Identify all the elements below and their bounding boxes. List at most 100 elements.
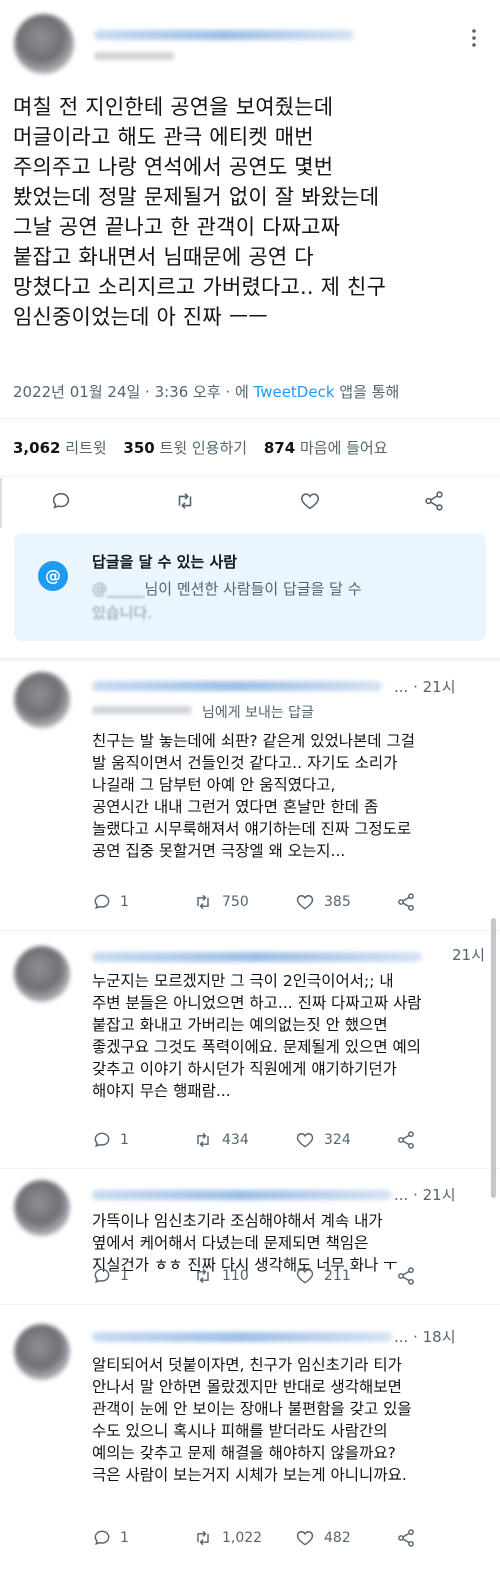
reply-line: 극은 사람이 보는거지 시체가 보는게 아니니까요. (92, 1466, 407, 1484)
reply-line: 갖추고 이야기 하시던가 직원에게 얘기하기던가 (92, 1060, 397, 1078)
reply-author-blurred[interactable] (92, 952, 422, 962)
like-button[interactable]: 482 (294, 1528, 351, 1548)
reply-avatar[interactable] (14, 946, 70, 1002)
divider (0, 930, 500, 931)
reply-line: 옆에서 케어해서 다녔는데 문제되면 책임은 (92, 1234, 369, 1252)
tweet-stats: 3,062 리트윗 350 트윗 인용하기 874 마음에 들어요 (13, 437, 400, 458)
at-icon: @ (38, 561, 68, 591)
retweet-button[interactable]: 750 (192, 892, 249, 912)
share-button[interactable] (396, 1266, 416, 1286)
share-button[interactable] (423, 490, 445, 512)
reply-line: 해야지 무슨 행패람... (92, 1082, 231, 1100)
like-count: 324 (324, 1132, 351, 1148)
reply-time[interactable]: 21시 (452, 944, 485, 965)
tweet-meta: 2022년 01월 24일 · 3:36 오후 · 에 TweetDeck 앱을… (13, 381, 399, 402)
reply-line: 나길래 그 담부턴 아예 안 움직였다고, (92, 776, 336, 794)
reply-time[interactable]: ... · 21시 (394, 676, 456, 697)
tweet-line: 봤었는데 정말 문제될거 없이 잘 봐왔는데 (13, 185, 380, 209)
reply-time-value[interactable]: 21시 (423, 678, 456, 696)
reply-time-value[interactable]: 21시 (452, 946, 485, 964)
retweet-count: 750 (222, 894, 249, 910)
share-button[interactable] (396, 1528, 416, 1548)
like-count: 385 (324, 894, 351, 910)
reply-button[interactable]: 1 (92, 1528, 129, 1548)
quote-label[interactable]: 트윗 인용하기 (160, 439, 248, 457)
reply-icon (94, 894, 110, 909)
reply-icon (94, 1268, 110, 1283)
share-button[interactable] (396, 892, 416, 912)
quote-count[interactable]: 350 (123, 439, 154, 457)
retweet-icon (197, 1132, 209, 1148)
reply-author-blurred[interactable] (92, 1190, 392, 1200)
reply-line: 안나서 말 안하면 몰랐겠지만 반대로 생각해보면 (92, 1378, 402, 1396)
retweet-icon (197, 894, 209, 910)
reply-count: 1 (120, 1268, 129, 1284)
retweet-icon (197, 1530, 209, 1546)
reply-avatar[interactable] (14, 672, 70, 728)
more-dots-icon[interactable] (470, 28, 478, 48)
retweet-button[interactable]: 1,022 (192, 1528, 262, 1548)
retweet-icon (178, 493, 192, 509)
reply-time-value[interactable]: 21시 (423, 1186, 456, 1204)
reply-avatar[interactable] (14, 1180, 70, 1236)
reply-line: 발 움직이면서 건들인것 같다고.. 자기도 소리가 (92, 754, 398, 772)
reply-to-handle-blurred[interactable] (92, 706, 192, 714)
retweet-count[interactable]: 3,062 (13, 439, 60, 457)
reply-line: 놀랬다고 시무룩해져서 얘기하는데 진짜 그정도로 (92, 820, 412, 838)
reply-button[interactable] (50, 490, 72, 512)
like-button[interactable] (298, 490, 322, 512)
reply-count: 1 (120, 894, 129, 910)
reply-author-blurred[interactable] (92, 1332, 392, 1342)
reply-actions: 1 110 211 (0, 1266, 500, 1296)
like-label[interactable]: 마음에 들어요 (300, 439, 388, 457)
reply-line: 누군지는 모르겠지만 그 극이 2인극이어서;; 내 (92, 972, 394, 990)
retweet-button[interactable]: 110 (192, 1266, 249, 1286)
reply-text: 친구는 발 놓는데에 쇠판? 같은게 있었나본데 그걸 발 움직이면서 건들인것… (92, 730, 488, 862)
heart-icon (296, 895, 314, 910)
reply-button[interactable]: 1 (92, 1130, 129, 1150)
reply-icon (94, 1132, 110, 1147)
reply-button[interactable]: 1 (92, 892, 129, 912)
reply-author-blurred[interactable] (92, 681, 382, 691)
reply-time-value[interactable]: 18시 (423, 1328, 456, 1346)
share-icon (425, 491, 443, 511)
retweet-label[interactable]: 리트윗 (65, 439, 106, 457)
retweet-count: 1,022 (222, 1530, 263, 1546)
tweet-line: 주의주고 나랑 연석에서 공연도 몇번 (13, 155, 334, 179)
reply-count: 1 (120, 1132, 129, 1148)
author-avatar[interactable] (14, 14, 74, 74)
reply-line: 가뜩이나 임신초기라 조심해야해서 계속 내가 (92, 1212, 383, 1230)
tweet-line: 망쳤다고 소리지르고 가버렸다고.. 제 친구 (13, 275, 387, 299)
reply-icon (52, 492, 70, 509)
tweet-line: 붙잡고 화내면서 님때문에 공연 다 (13, 245, 314, 269)
tweet-timestamp[interactable]: 2022년 01월 24일 · 3:36 오후 · 에 (13, 383, 254, 401)
reply-time[interactable]: ... · 18시 (394, 1326, 456, 1347)
source-link[interactable]: TweetDeck (254, 383, 335, 401)
like-count[interactable]: 874 (264, 439, 295, 457)
reply-text: 누군지는 모르겠지만 그 극이 2인극이어서;; 내 주변 분들은 아니었으면 … (92, 970, 488, 1102)
divider (0, 1168, 500, 1169)
reply-line: 붙잡고 화내고 가버리는 예의없는짓 안 했으면 (92, 1016, 388, 1034)
heart-icon (296, 1269, 314, 1284)
like-button[interactable]: 211 (294, 1266, 351, 1286)
reply-line: 주변 분들은 아니었으면 하고... 진짜 다짜고짜 사람 (92, 994, 422, 1012)
tweet-line: 머글이라고 해도 관극 에티켓 매번 (13, 125, 314, 149)
retweet-icon (197, 1268, 209, 1284)
reply-line: 좋겠구요 그것도 폭력이에요. 문제될게 있으면 예의 (92, 1038, 422, 1056)
scrollbar[interactable] (491, 918, 496, 1198)
like-button[interactable]: 385 (294, 892, 351, 912)
author-handle-blurred[interactable] (94, 52, 174, 60)
reply-avatar[interactable] (14, 1324, 70, 1380)
reply-count: 1 (120, 1530, 129, 1546)
share-icon (398, 1267, 414, 1285)
tweet-line: 며칠 전 지인한테 공연을 보여줬는데 (13, 95, 334, 119)
author-name-blurred[interactable] (94, 30, 354, 40)
retweet-button[interactable] (173, 490, 197, 512)
reply-line: 예의는 갖추고 문제 해결을 해야하지 않을까요? (92, 1444, 396, 1462)
reply-time[interactable]: ... · 21시 (394, 1184, 456, 1205)
like-button[interactable]: 324 (294, 1130, 351, 1150)
share-button[interactable] (396, 1130, 416, 1150)
mentioned-handle-blurred[interactable]: @_____ (92, 580, 145, 598)
retweet-button[interactable]: 434 (192, 1130, 249, 1150)
reply-button[interactable]: 1 (92, 1266, 129, 1286)
